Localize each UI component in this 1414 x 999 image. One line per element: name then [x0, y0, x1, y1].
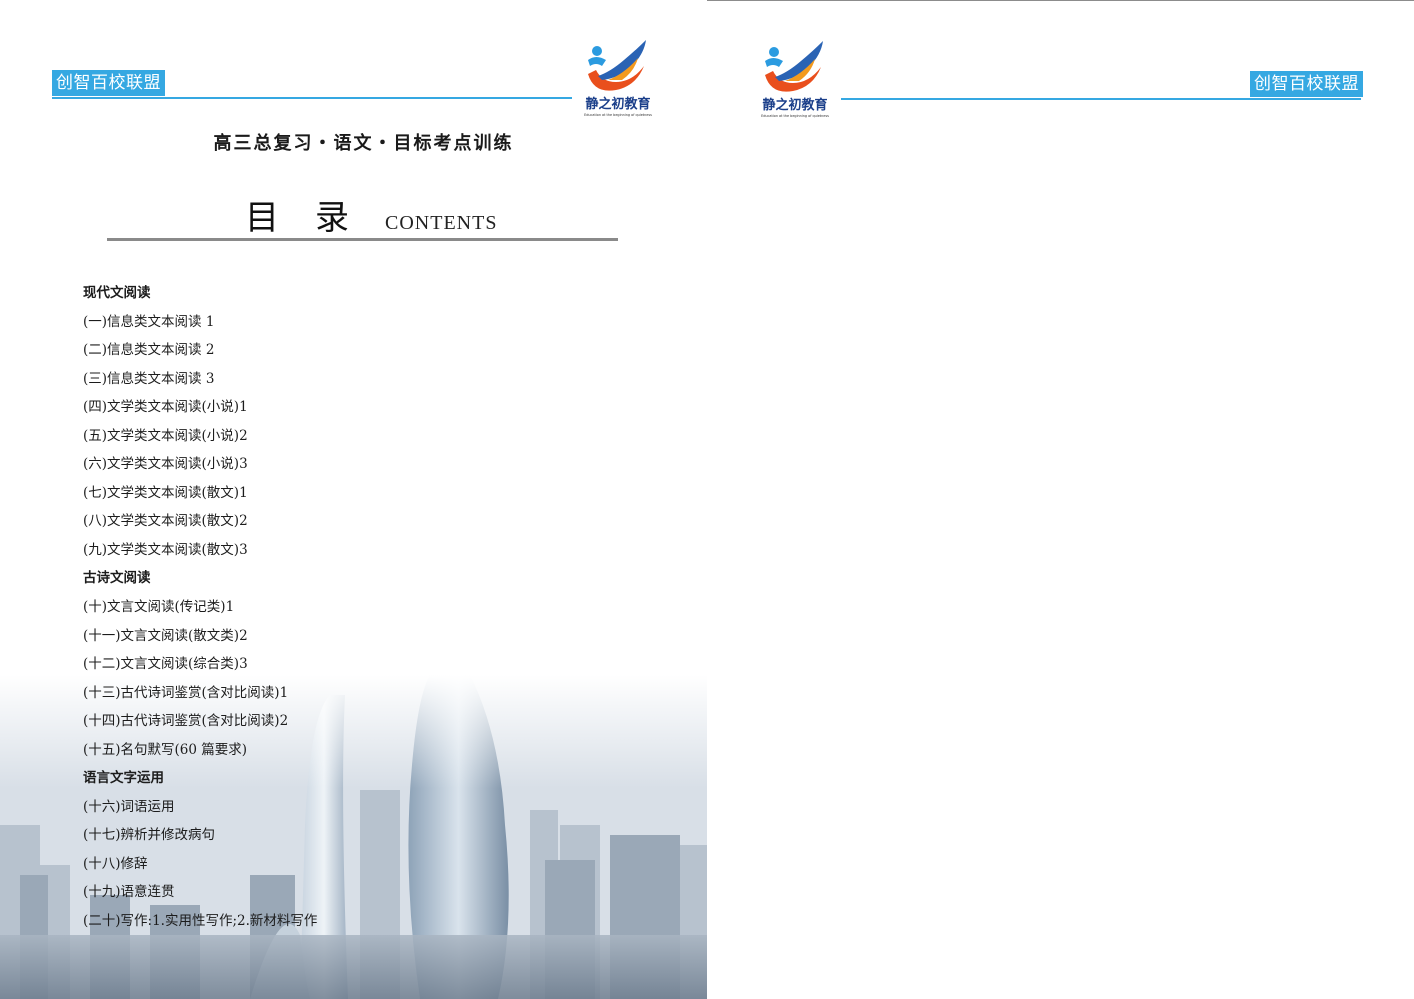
header-rule-right	[841, 98, 1361, 100]
logo-slogan-right: Education at the beginning of quietness	[761, 114, 829, 118]
logo-name-right: 静之初教育	[762, 98, 828, 113]
contents-heading-en: CONTENTS	[385, 212, 498, 234]
brand-logo-right: 静之初教育 Education at the beginning of quie…	[757, 37, 833, 121]
toc-item: (三)信息类文本阅读 3	[83, 370, 215, 387]
brand-badge: 创智百校联盟	[52, 70, 165, 96]
toc-item: (十四)古代诗词鉴赏(含对比阅读)2	[83, 713, 289, 730]
toc-item: (七)文学类文本阅读(散文)1	[83, 484, 248, 501]
contents-heading-cn: 目录	[245, 198, 385, 238]
contents-heading: 目录CONTENTS	[245, 190, 497, 239]
toc-item: (五)文学类文本阅读(小说)2	[83, 427, 248, 444]
toc-item: (四)文学类文本阅读(小说)1	[83, 399, 248, 416]
brand-logo: 静之初教育 Education at the beginning of quie…	[580, 36, 656, 120]
toc-item: (十三)古代诗词鉴赏(含对比阅读)1	[83, 684, 289, 701]
toc-item: (十一)文言文阅读(散文类)2	[83, 627, 248, 644]
logo-slogan: Education at the beginning of quietness	[584, 113, 652, 117]
toc-item: (十七)辨析并修改病句	[83, 827, 216, 844]
logo-emblem-icon	[765, 41, 823, 92]
toc-item: (八)文学类文本阅读(散文)2	[83, 513, 248, 530]
contents-rule	[107, 238, 618, 241]
toc-section-heading: 现代文阅读	[83, 285, 151, 301]
brand-badge-right: 创智百校联盟	[1250, 71, 1363, 97]
toc-item: (二)信息类文本阅读 2	[83, 342, 215, 359]
toc-item: (十五)名句默写(60 篇要求)	[83, 741, 248, 758]
toc-item: (十六)词语运用	[83, 798, 175, 815]
toc-item: (六)文学类文本阅读(小说)3	[83, 456, 248, 473]
header-rule	[52, 97, 572, 99]
toc-item: (十九)语意连贯	[83, 884, 175, 901]
toc-section-heading: 语言文字运用	[83, 770, 164, 787]
table-of-contents: 现代文阅读 (一)信息类文本阅读 1 (二)信息类文本阅读 2 (三)信息类文本阅读 …	[83, 279, 683, 936]
logo-name: 静之初教育	[585, 97, 651, 112]
toc-item: (一)信息类文本阅读 1	[83, 313, 215, 330]
toc-item: (十二)文言文阅读(综合类)3	[83, 656, 248, 673]
left-page: 创智百校联盟 静之初教育 Education at the beginning …	[0, 0, 707, 999]
right-page: 静之初教育 Education at the beginning of quie…	[707, 0, 1414, 999]
toc-item: (九)文学类文本阅读(散文)3	[83, 541, 248, 558]
toc-item: (十八)修辞	[83, 855, 148, 872]
logo-emblem-icon	[588, 40, 646, 91]
toc-item: (十)文言文阅读(传记类)1	[83, 599, 235, 616]
toc-section-heading: 古诗文阅读	[83, 570, 151, 587]
book-title: 高三总复习・语文・目标考点训练	[213, 133, 514, 154]
toc-item: (二十)写作:1.实用性写作;2.新材料写作	[83, 913, 318, 930]
